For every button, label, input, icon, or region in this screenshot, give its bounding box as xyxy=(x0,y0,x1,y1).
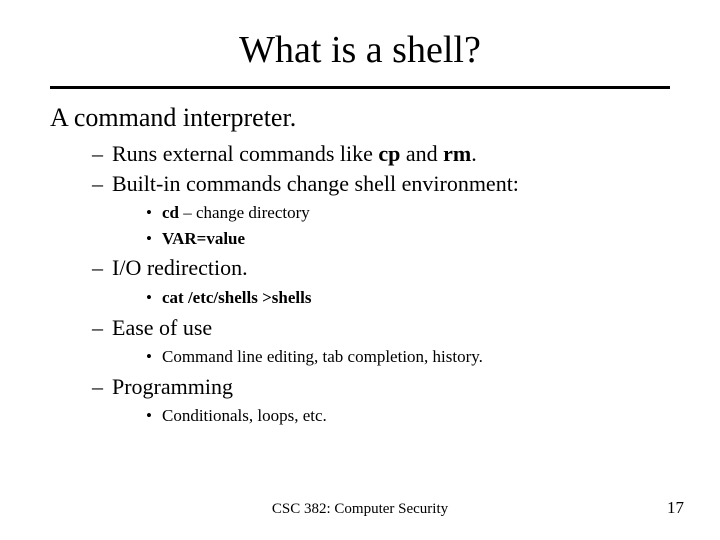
list-text: . xyxy=(471,141,477,166)
title-divider xyxy=(50,86,670,89)
slide: What is a shell? A command interpreter. … xyxy=(0,0,720,540)
list-item: Built-in commands change shell environme… xyxy=(92,169,670,252)
slide-title: What is a shell? xyxy=(50,28,670,72)
sub-text: Command line editing, tab completion, hi… xyxy=(162,347,483,366)
cmd-cat: cat /etc/shells >shells xyxy=(162,288,311,307)
cmd-rm: rm xyxy=(443,141,471,166)
list-text: and xyxy=(400,141,443,166)
list-text: Runs external commands like xyxy=(112,141,378,166)
list-item: I/O redirection. cat /etc/shells >shells xyxy=(92,253,670,310)
page-number: 17 xyxy=(667,498,684,518)
sub-text: Conditionals, loops, etc. xyxy=(162,406,327,425)
sub-item: cat /etc/shells >shells xyxy=(146,285,670,311)
sub-item: Command line editing, tab completion, hi… xyxy=(146,344,670,370)
cmd-cp: cp xyxy=(378,141,400,166)
sub-list: cat /etc/shells >shells xyxy=(146,285,670,311)
sub-item: VAR=value xyxy=(146,226,670,252)
list-text: I/O redirection. xyxy=(112,255,248,280)
sub-item: Conditionals, loops, etc. xyxy=(146,403,670,429)
list-text: Built-in commands change shell environme… xyxy=(112,171,519,196)
sub-text: – change directory xyxy=(179,203,310,222)
list-text: Ease of use xyxy=(112,315,212,340)
footer-course: CSC 382: Computer Security xyxy=(0,501,720,518)
list-item: Ease of use Command line editing, tab co… xyxy=(92,313,670,370)
sub-list: cd – change directory VAR=value xyxy=(146,200,670,251)
list-item: Programming Conditionals, loops, etc. xyxy=(92,372,670,429)
bullet-list: Runs external commands like cp and rm. B… xyxy=(92,139,670,429)
sub-list: Conditionals, loops, etc. xyxy=(146,403,670,429)
list-text: Programming xyxy=(112,374,233,399)
cmd-cd: cd xyxy=(162,203,179,222)
list-item: Runs external commands like cp and rm. xyxy=(92,139,670,169)
sub-item: cd – change directory xyxy=(146,200,670,226)
subtitle: A command interpreter. xyxy=(50,103,670,133)
sub-list: Command line editing, tab completion, hi… xyxy=(146,344,670,370)
var-assign: VAR=value xyxy=(162,229,245,248)
